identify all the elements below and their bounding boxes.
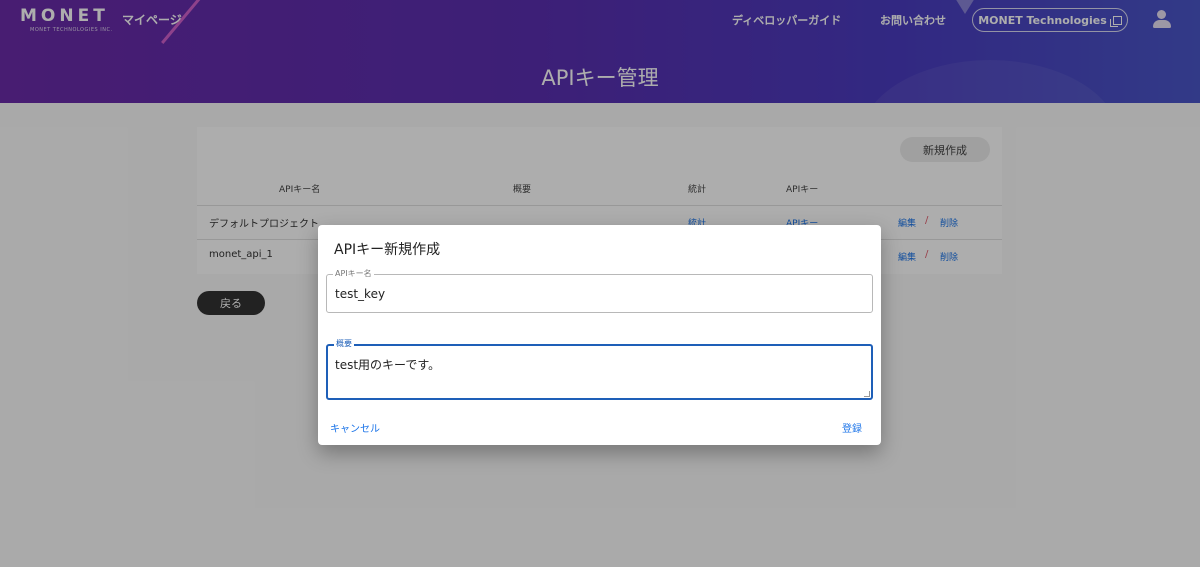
description-textarea[interactable]: test用のキーです。 [335,356,440,373]
api-key-name-label: APIキー名 [333,269,374,279]
cancel-button[interactable]: キャンセル [330,420,380,435]
textarea-resize-handle[interactable] [864,391,870,397]
create-api-key-dialog: APIキー新規作成 APIキー名 test_key 概要 test用のキーです。… [318,225,881,445]
description-field[interactable]: 概要 test用のキーです。 [326,339,873,400]
dialog-title: APIキー新規作成 [334,242,441,258]
api-key-name-input[interactable]: test_key [335,287,385,301]
description-label: 概要 [334,339,354,349]
api-key-name-field[interactable]: APIキー名 test_key [326,269,873,313]
register-button[interactable]: 登録 [842,420,862,435]
